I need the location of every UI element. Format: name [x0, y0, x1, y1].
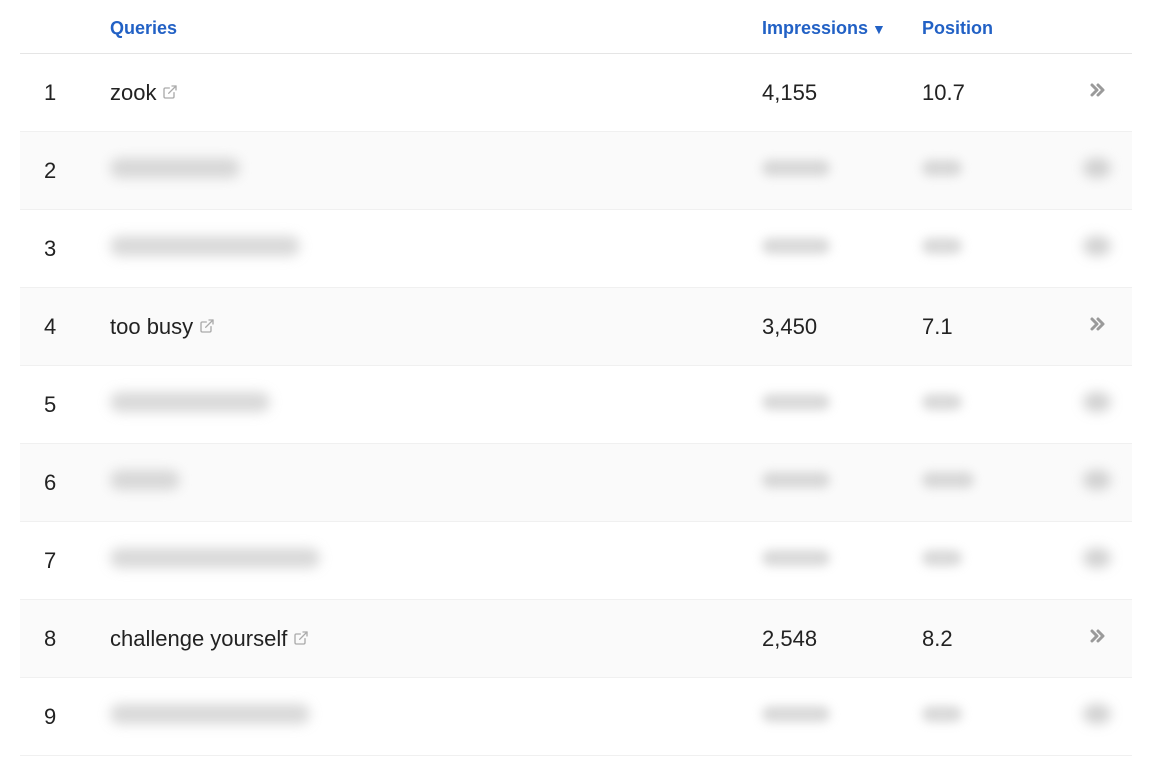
table-row: 2	[20, 132, 1132, 210]
row-position-blurred	[922, 472, 974, 488]
table-row: 9	[20, 678, 1132, 756]
row-rank: 7	[44, 548, 56, 573]
row-impressions-blurred	[762, 238, 830, 254]
table-row: 3	[20, 210, 1132, 288]
chevrons-right-icon[interactable]	[1082, 78, 1112, 102]
row-expand-blurred	[1083, 548, 1111, 568]
row-impressions: 3,450	[762, 314, 817, 339]
row-rank: 3	[44, 236, 56, 261]
row-query-blurred	[110, 392, 270, 412]
external-link-icon[interactable]	[199, 318, 215, 334]
table-row: 5	[20, 366, 1132, 444]
row-impressions-blurred	[762, 550, 830, 566]
row-query-text: too busy	[110, 314, 193, 340]
row-rank: 6	[44, 470, 56, 495]
external-link-icon[interactable]	[162, 84, 178, 100]
row-impressions-blurred	[762, 706, 830, 722]
row-position-blurred	[922, 706, 962, 722]
row-rank: 4	[44, 314, 56, 339]
row-position-blurred	[922, 550, 962, 566]
row-rank: 2	[44, 158, 56, 183]
row-position-blurred	[922, 394, 962, 410]
row-expand-blurred	[1083, 236, 1111, 256]
row-query-link[interactable]: challenge yourself	[110, 626, 309, 652]
row-position-blurred	[922, 238, 962, 254]
row-impressions-blurred	[762, 160, 830, 176]
col-header-queries[interactable]: Queries	[110, 18, 177, 39]
row-expand-blurred	[1083, 158, 1111, 178]
row-expand-blurred	[1083, 704, 1111, 724]
table-row: 1 zook 4,155 10.7	[20, 54, 1132, 132]
row-rank: 1	[44, 80, 56, 105]
row-rank: 9	[44, 704, 56, 729]
row-query-text: zook	[110, 80, 156, 106]
table-row: 8 challenge yourself 2,548 8.2	[20, 600, 1132, 678]
row-impressions-blurred	[762, 472, 830, 488]
col-header-impressions-label: Impressions	[762, 18, 868, 39]
col-header-impressions[interactable]: Impressions▼	[762, 18, 886, 39]
queries-table: Queries Impressions▼ Position 1 zook 4,155…	[20, 0, 1132, 756]
table-row: 7	[20, 522, 1132, 600]
row-query-blurred	[110, 704, 310, 724]
chevrons-right-icon[interactable]	[1082, 312, 1112, 336]
row-query-blurred	[110, 470, 180, 490]
row-query-blurred	[110, 548, 320, 568]
row-rank: 5	[44, 392, 56, 417]
row-position: 7.1	[922, 314, 953, 339]
external-link-icon[interactable]	[293, 630, 309, 646]
row-position-blurred	[922, 160, 962, 176]
row-position: 10.7	[922, 80, 965, 105]
table-row: 4 too busy 3,450 7.1	[20, 288, 1132, 366]
sort-desc-icon: ▼	[872, 21, 886, 37]
chevrons-right-icon[interactable]	[1082, 624, 1112, 648]
row-query-link[interactable]: too busy	[110, 314, 215, 340]
queries-table-container: Queries Impressions▼ Position 1 zook 4,155…	[0, 0, 1152, 756]
row-impressions: 4,155	[762, 80, 817, 105]
table-row: 6	[20, 444, 1132, 522]
row-query-text: challenge yourself	[110, 626, 287, 652]
row-position: 8.2	[922, 626, 953, 651]
row-query-blurred	[110, 158, 240, 178]
row-rank: 8	[44, 626, 56, 651]
row-impressions: 2,548	[762, 626, 817, 651]
row-expand-blurred	[1083, 470, 1111, 490]
row-query-link[interactable]: zook	[110, 80, 178, 106]
row-query-blurred	[110, 236, 300, 256]
col-header-position[interactable]: Position	[922, 18, 993, 39]
row-expand-blurred	[1083, 392, 1111, 412]
table-header-row: Queries Impressions▼ Position	[20, 0, 1132, 54]
row-impressions-blurred	[762, 394, 830, 410]
